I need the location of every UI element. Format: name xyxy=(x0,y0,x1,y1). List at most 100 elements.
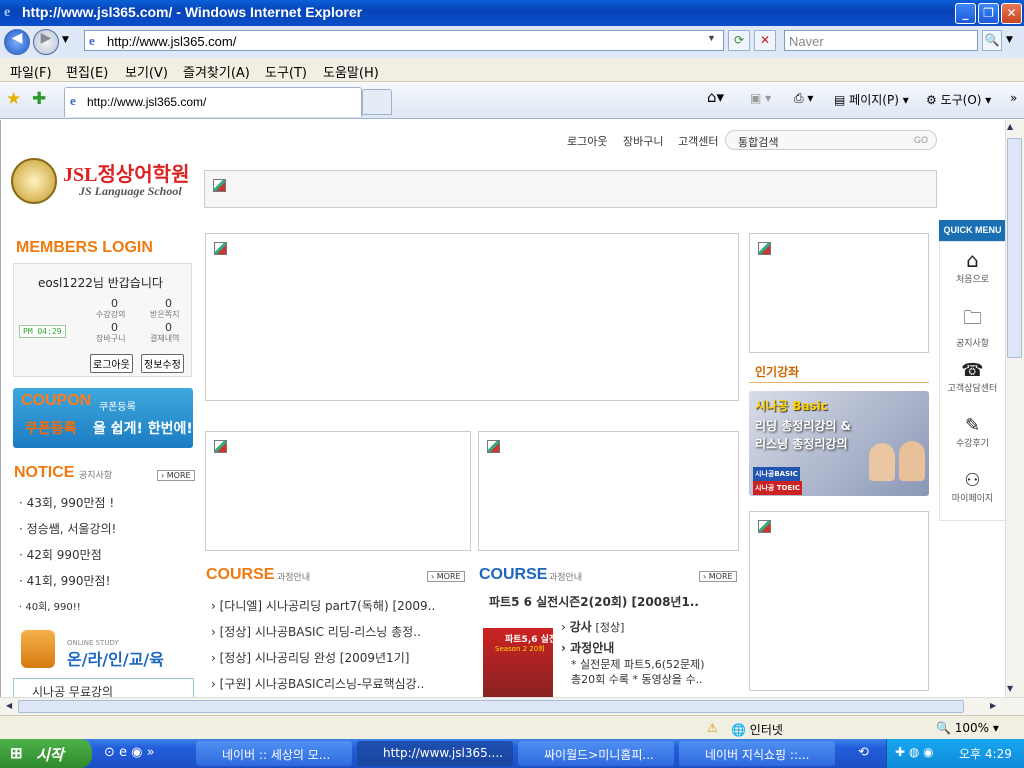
coupon-title-kr: 쿠폰등록 xyxy=(99,402,136,413)
top-banner[interactable] xyxy=(204,170,937,208)
notice-more-button[interactable]: › MORE xyxy=(157,470,195,481)
scroll-up-icon[interactable]: ▲ xyxy=(1007,122,1013,131)
horizontal-scroll-thumb[interactable] xyxy=(18,700,964,713)
online-study-title[interactable]: 온/라/인/교/육 xyxy=(67,646,164,670)
minimize-button[interactable]: _ xyxy=(955,3,976,24)
free-lecture-item[interactable]: 시나공 무료강의 xyxy=(13,678,194,697)
main-banner[interactable] xyxy=(205,233,739,401)
toolbar-overflow-icon[interactable]: » xyxy=(1010,91,1017,105)
logout-link[interactable]: 로그아웃 xyxy=(567,133,607,149)
quick-review-button[interactable]: ✎ 수강후기 xyxy=(939,415,1005,449)
popular-banner[interactable]: 시나공 Basic 리딩 총정리강의 & 리스닝 총정리강의 시나공BASIC … xyxy=(749,391,929,496)
quick-home-button[interactable]: ⌂ 처음으로 xyxy=(939,248,1005,285)
search-input[interactable]: Naver xyxy=(784,30,978,51)
start-button[interactable]: ⊞ 시작 xyxy=(0,739,92,768)
scroll-left-icon[interactable]: ◀ xyxy=(6,701,12,710)
site-search-go-button[interactable]: GO xyxy=(914,135,928,145)
refresh-icon[interactable]: ⟳ xyxy=(728,30,750,51)
address-dropdown-icon[interactable]: ▼ xyxy=(707,33,716,43)
coupon-banner[interactable]: COUPON 쿠폰등록 쿠폰등록 을 쉽게! 한번에! xyxy=(13,388,193,448)
tray-arrow-icon[interactable]: ⟲ xyxy=(858,745,869,760)
notice-more-label: MORE xyxy=(166,471,191,480)
recent-pages-dropdown-icon[interactable]: ▼ xyxy=(62,35,69,45)
notice-item[interactable]: · 43회, 990만점 ! xyxy=(19,494,114,511)
search-icon[interactable]: 🔍 xyxy=(982,30,1002,51)
menu-favorites[interactable]: 즐겨찾기(A) xyxy=(183,62,250,81)
close-button[interactable]: ✕ xyxy=(1001,3,1022,24)
taskbar-task-jsl365[interactable]: http://www.jsl365.... xyxy=(357,741,513,766)
taskbar-task-naver-shopping[interactable]: 네이버 지식쇼핑 ::... xyxy=(679,741,835,766)
restore-button[interactable]: ❐ xyxy=(978,3,999,24)
print-icon[interactable]: ⎙ ▾ xyxy=(794,91,813,106)
quick-mypage-button[interactable]: ⚇ 마이페이지 xyxy=(939,470,1005,504)
stop-icon[interactable]: ✕ xyxy=(754,30,776,51)
logout-button[interactable]: 로그아웃 xyxy=(90,354,133,373)
tools-menu-button[interactable]: ⚙ 도구(O) ▾ xyxy=(926,91,991,108)
title-bar: e http://www.jsl365.com/ - Windows Inter… xyxy=(0,0,1024,26)
address-input[interactable]: e http://www.jsl365.com/ ▼ xyxy=(84,30,724,51)
zoom-control[interactable]: 🔍 100% ▾ xyxy=(936,721,999,735)
favorites-star-icon[interactable]: ★ xyxy=(6,89,21,109)
course-left-more-label: MORE xyxy=(436,572,461,581)
task-label: 싸이월드>미니홈피... xyxy=(544,748,654,762)
forward-button[interactable]: ▶ xyxy=(33,29,59,55)
notice-item[interactable]: · 정승쌤, 서울강의! xyxy=(19,520,116,537)
site-search-input[interactable]: 통합검색 GO xyxy=(725,130,937,150)
review-icon: ✎ xyxy=(964,415,981,436)
scroll-down-icon[interactable]: ▼ xyxy=(1007,684,1013,693)
back-button[interactable]: ◀ xyxy=(4,29,30,55)
notice-item-label: 40회, 990!! xyxy=(25,602,81,613)
course-book-image[interactable]: 파트5,6 실전 Season 2 20회 xyxy=(483,628,557,697)
menu-edit[interactable]: 편집(E) xyxy=(66,62,108,81)
tray-icons[interactable]: ✚ ◍ ◉ xyxy=(895,745,934,759)
taskbar-task-cyworld[interactable]: 싸이월드>미니홈피... xyxy=(518,741,674,766)
security-icon[interactable]: ⚠ xyxy=(707,721,718,735)
center-banner-right[interactable] xyxy=(478,431,739,551)
right-banner-bottom[interactable] xyxy=(749,511,929,691)
stat-payments-label[interactable]: 결제내역 xyxy=(150,333,179,344)
quick-mypage-label: 마이페이지 xyxy=(951,494,994,504)
taskbar-task-naver[interactable]: 네이버 :: 세상의 모... xyxy=(196,741,352,766)
vertical-scroll-thumb[interactable] xyxy=(1007,138,1022,358)
menu-view[interactable]: 보기(V) xyxy=(125,62,168,81)
menu-file[interactable]: 파일(F) xyxy=(10,62,52,81)
course-left-item[interactable]: › [구원] 시나공BASIC리스닝-무료핵심강.. xyxy=(211,675,424,692)
quick-support-button[interactable]: ☎ 고객상담센터 xyxy=(939,360,1005,394)
clock[interactable]: 오후 4:29 xyxy=(959,745,1012,762)
course-left-item[interactable]: › [정상] 시나공BASIC 리딩-리스닝 총정.. xyxy=(211,623,421,640)
quick-launch-icons[interactable]: ⊙ e ◉ » xyxy=(104,745,155,760)
menu-help[interactable]: 도움말(H) xyxy=(323,62,379,81)
notice-item[interactable]: · 40회, 990!! xyxy=(19,598,81,613)
menu-tools[interactable]: 도구(T) xyxy=(265,62,307,81)
course-left-more-button[interactable]: › MORE xyxy=(427,571,465,582)
cart-link[interactable]: 장바구니 xyxy=(623,133,663,149)
page-menu-button[interactable]: ▤ 페이지(P) ▾ xyxy=(834,91,909,108)
add-favorite-icon[interactable]: ✚ xyxy=(32,89,46,109)
center-banner-left[interactable] xyxy=(205,431,471,551)
new-tab-button[interactable] xyxy=(362,89,392,115)
tab-jsl365[interactable]: e http://www.jsl365.com/ xyxy=(64,87,362,117)
logo-emblem[interactable] xyxy=(11,158,57,204)
stat-messages-label[interactable]: 받은쪽지 xyxy=(150,309,179,320)
internet-zone: 🌐 인터넷 xyxy=(731,721,783,738)
edit-profile-button[interactable]: 정보수정 xyxy=(141,354,184,373)
logo-main[interactable]: JSL정상어학원 xyxy=(63,158,189,187)
course-right-more-button[interactable]: › MORE xyxy=(699,571,737,582)
scroll-right-icon[interactable]: ▶ xyxy=(990,701,996,710)
quick-notice-button[interactable]: 🗀 공지사항 xyxy=(939,304,1005,349)
customer-center-link[interactable]: 고객센터 xyxy=(678,133,718,149)
search-options-icon[interactable]: ▼ xyxy=(1006,35,1013,45)
notice-item[interactable]: · 42회 990만점 xyxy=(19,546,102,563)
notice-item[interactable]: · 41회, 990만점! xyxy=(19,572,110,589)
home-icon[interactable]: ⌂▾ xyxy=(707,88,724,106)
stat-cart-label[interactable]: 장바구니 xyxy=(96,333,125,344)
stat-courses-label[interactable]: 수강강의 xyxy=(96,309,125,320)
horizontal-scrollbar[interactable]: ◀ ▶ xyxy=(0,697,1024,715)
broken-image-icon xyxy=(214,242,227,255)
feeds-icon[interactable]: ▣ ▾ xyxy=(750,91,771,105)
course-left-item[interactable]: › [정상] 시나공리딩 완성 [2009년1기] xyxy=(211,649,409,666)
course-left-item[interactable]: › [다니엘] 시나공리딩 part7(독해) [2009.. xyxy=(211,597,435,614)
login-time: PM 04:29 xyxy=(19,325,66,338)
right-banner-top[interactable] xyxy=(749,233,929,353)
course-right-title[interactable]: 파트5 6 실전시즌2(20회) [2008년1.. xyxy=(489,593,699,610)
